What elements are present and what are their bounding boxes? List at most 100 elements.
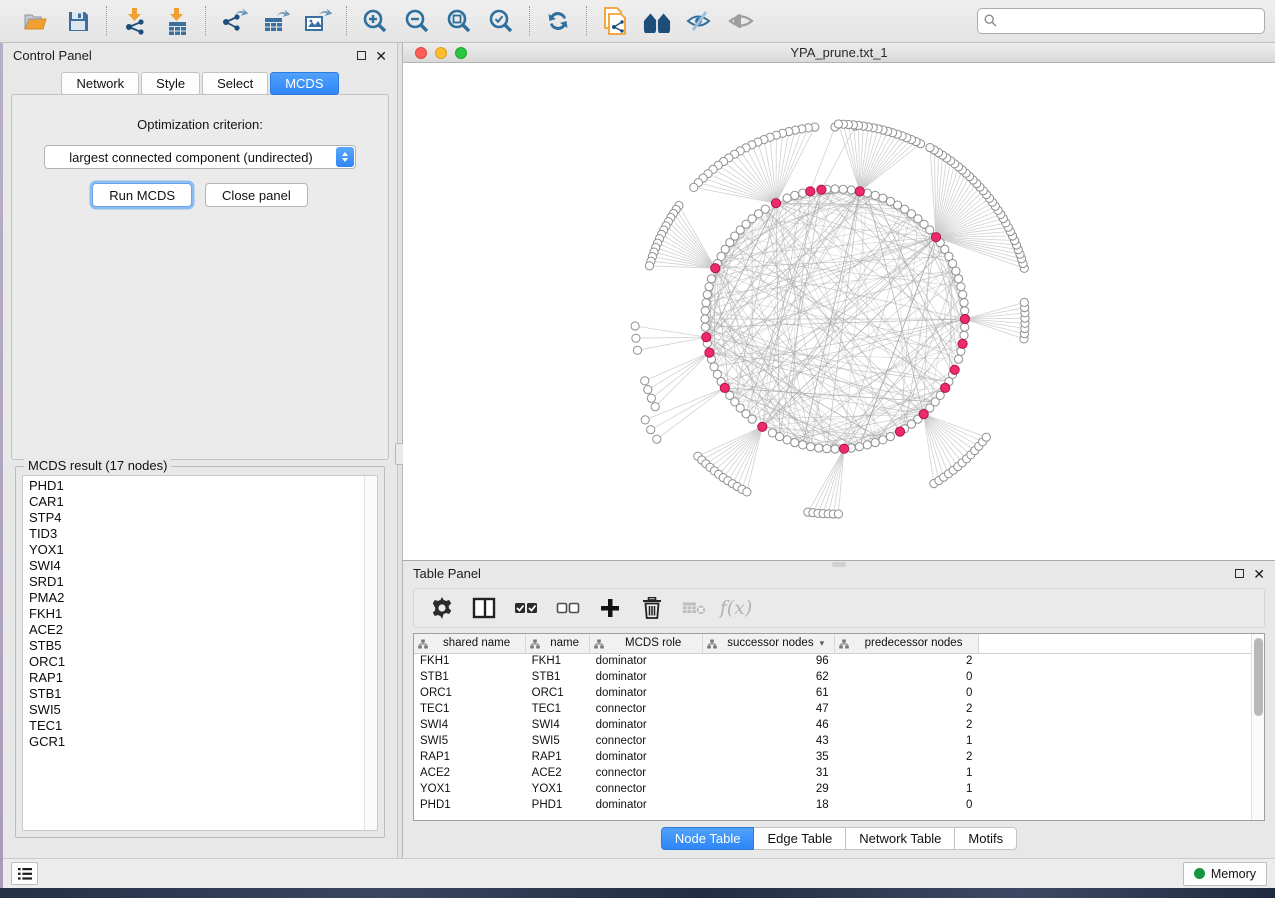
tab-select[interactable]: Select [202,72,268,95]
result-node-item[interactable]: YOX1 [29,542,364,558]
result-node-item[interactable]: CAR1 [29,494,364,510]
table-row[interactable]: YOX1YOX1connector291 [414,781,1251,797]
table-scrollbar-thumb[interactable] [1254,638,1263,716]
search-field-wrap [977,8,1265,34]
mcds-hub-node[interactable] [705,348,714,357]
result-node-item[interactable]: FKH1 [29,606,364,622]
mcds-hub-node[interactable] [702,333,711,342]
result-node-item[interactable]: PMA2 [29,590,364,606]
criterion-select[interactable]: largest connected component (undirected) [44,145,356,169]
mcds-hub-node[interactable] [771,199,780,208]
close-panel-button[interactable]: Close panel [205,183,308,207]
close-table-panel-icon[interactable]: ✕ [1253,569,1265,579]
settings-gear-icon[interactable] [430,596,454,620]
control-panel-tabs: NetworkStyleSelectMCDS [3,72,397,95]
zoom-out-icon[interactable] [403,7,431,35]
mcds-hub-node[interactable] [855,187,864,196]
import-table-icon[interactable] [163,7,191,35]
export-network-icon[interactable] [220,7,248,35]
export-table-icon[interactable] [262,7,290,35]
mcds-hub-node[interactable] [817,185,826,194]
tab-style[interactable]: Style [141,72,200,95]
binoculars-icon[interactable] [643,7,671,35]
mcds-hub-node[interactable] [895,427,904,436]
select-all-icon[interactable] [514,596,538,620]
column-header-name[interactable]: name [526,634,590,653]
float-table-panel-icon[interactable] [1235,569,1244,578]
mcds-hub-node[interactable] [711,264,720,273]
tab-node-table[interactable]: Node Table [661,827,755,850]
table-row[interactable]: SWI4SWI4dominator462 [414,717,1251,733]
import-network-icon[interactable] [121,7,149,35]
table-panel-grip[interactable] [832,562,846,567]
toolbar-group [8,7,106,35]
table-row[interactable]: PHD1PHD1dominator180 [414,797,1251,813]
open-folder-icon[interactable] [22,7,50,35]
export-image-icon[interactable] [304,7,332,35]
result-node-item[interactable]: PHD1 [29,478,364,494]
mcds-hub-node[interactable] [806,187,815,196]
add-column-icon[interactable] [598,596,622,620]
delete-column-icon[interactable] [640,596,664,620]
mcds-hub-node[interactable] [720,383,729,392]
memory-button[interactable]: Memory [1183,862,1267,886]
run-mcds-button[interactable]: Run MCDS [92,183,192,207]
table-row[interactable]: ACE2ACE2connector311 [414,765,1251,781]
zoom-fit-icon[interactable] [445,7,473,35]
result-node-item[interactable]: TID3 [29,526,364,542]
close-panel-icon[interactable]: ✕ [375,51,387,61]
zoom-selected-icon[interactable] [487,7,515,35]
result-node-item[interactable]: RAP1 [29,670,364,686]
result-node-item[interactable]: TEC1 [29,718,364,734]
result-list-scrollbar[interactable] [364,476,377,830]
network-graph[interactable] [403,63,1272,560]
table-row[interactable]: SWI5SWI5connector431 [414,733,1251,749]
task-history-button[interactable] [11,862,38,885]
result-node-item[interactable]: SWI5 [29,702,364,718]
result-node-item[interactable]: SRD1 [29,574,364,590]
save-icon[interactable] [64,7,92,35]
tab-network-table[interactable]: Network Table [846,827,955,850]
result-node-item[interactable]: SWI4 [29,558,364,574]
float-panel-icon[interactable] [357,51,366,60]
tab-mcds[interactable]: MCDS [270,72,338,95]
result-node-item[interactable]: STP4 [29,510,364,526]
mcds-hub-node[interactable] [958,339,967,348]
mcds-hub-node[interactable] [941,383,950,392]
table-row[interactable]: TEC1TEC1connector472 [414,701,1251,717]
network-view[interactable] [403,63,1275,560]
mcds-result-list[interactable]: PHD1CAR1STP4TID3YOX1SWI4SRD1PMA2FKH1ACE2… [22,475,378,831]
table-row[interactable]: FKH1FKH1dominator962 [414,653,1251,669]
result-node-item[interactable]: STB1 [29,686,364,702]
column-header-MCDS-role[interactable]: MCDS role [590,634,703,653]
search-input[interactable] [977,8,1265,34]
mcds-hub-node[interactable] [960,314,969,323]
hide-selected-icon[interactable] [685,7,713,35]
result-node-item[interactable]: ORC1 [29,654,364,670]
mcds-hub-node[interactable] [919,410,928,419]
mcds-hub-node[interactable] [840,444,849,453]
table-row[interactable]: STB1STB1dominator620 [414,669,1251,685]
mcds-hub-node[interactable] [758,422,767,431]
deselect-all-icon[interactable] [556,596,580,620]
result-node-item[interactable]: ACE2 [29,622,364,638]
table-row[interactable]: RAP1RAP1dominator352 [414,749,1251,765]
column-header-predecessor-nodes[interactable]: predecessor nodes [835,634,979,653]
column-header-shared-name[interactable]: shared name [414,634,526,653]
result-node-item[interactable]: STB5 [29,638,364,654]
copy-network-icon[interactable] [601,7,629,35]
table-scrollbar[interactable] [1251,634,1264,820]
memory-label: Memory [1211,867,1256,881]
mcds-hub-node[interactable] [950,365,959,374]
tab-network[interactable]: Network [61,72,139,95]
refresh-layout-icon[interactable] [544,7,572,35]
table-row[interactable]: ORC1ORC1dominator610 [414,685,1251,701]
table-tabs: Node TableEdge TableNetwork TableMotifs [403,827,1275,850]
zoom-in-icon[interactable] [361,7,389,35]
tab-motifs[interactable]: Motifs [955,827,1017,850]
result-node-item[interactable]: GCR1 [29,734,364,750]
columns-icon[interactable] [472,596,496,620]
mcds-hub-node[interactable] [931,233,940,242]
tab-edge-table[interactable]: Edge Table [754,827,846,850]
column-header-successor-nodes[interactable]: successor nodes▾ [703,634,835,653]
